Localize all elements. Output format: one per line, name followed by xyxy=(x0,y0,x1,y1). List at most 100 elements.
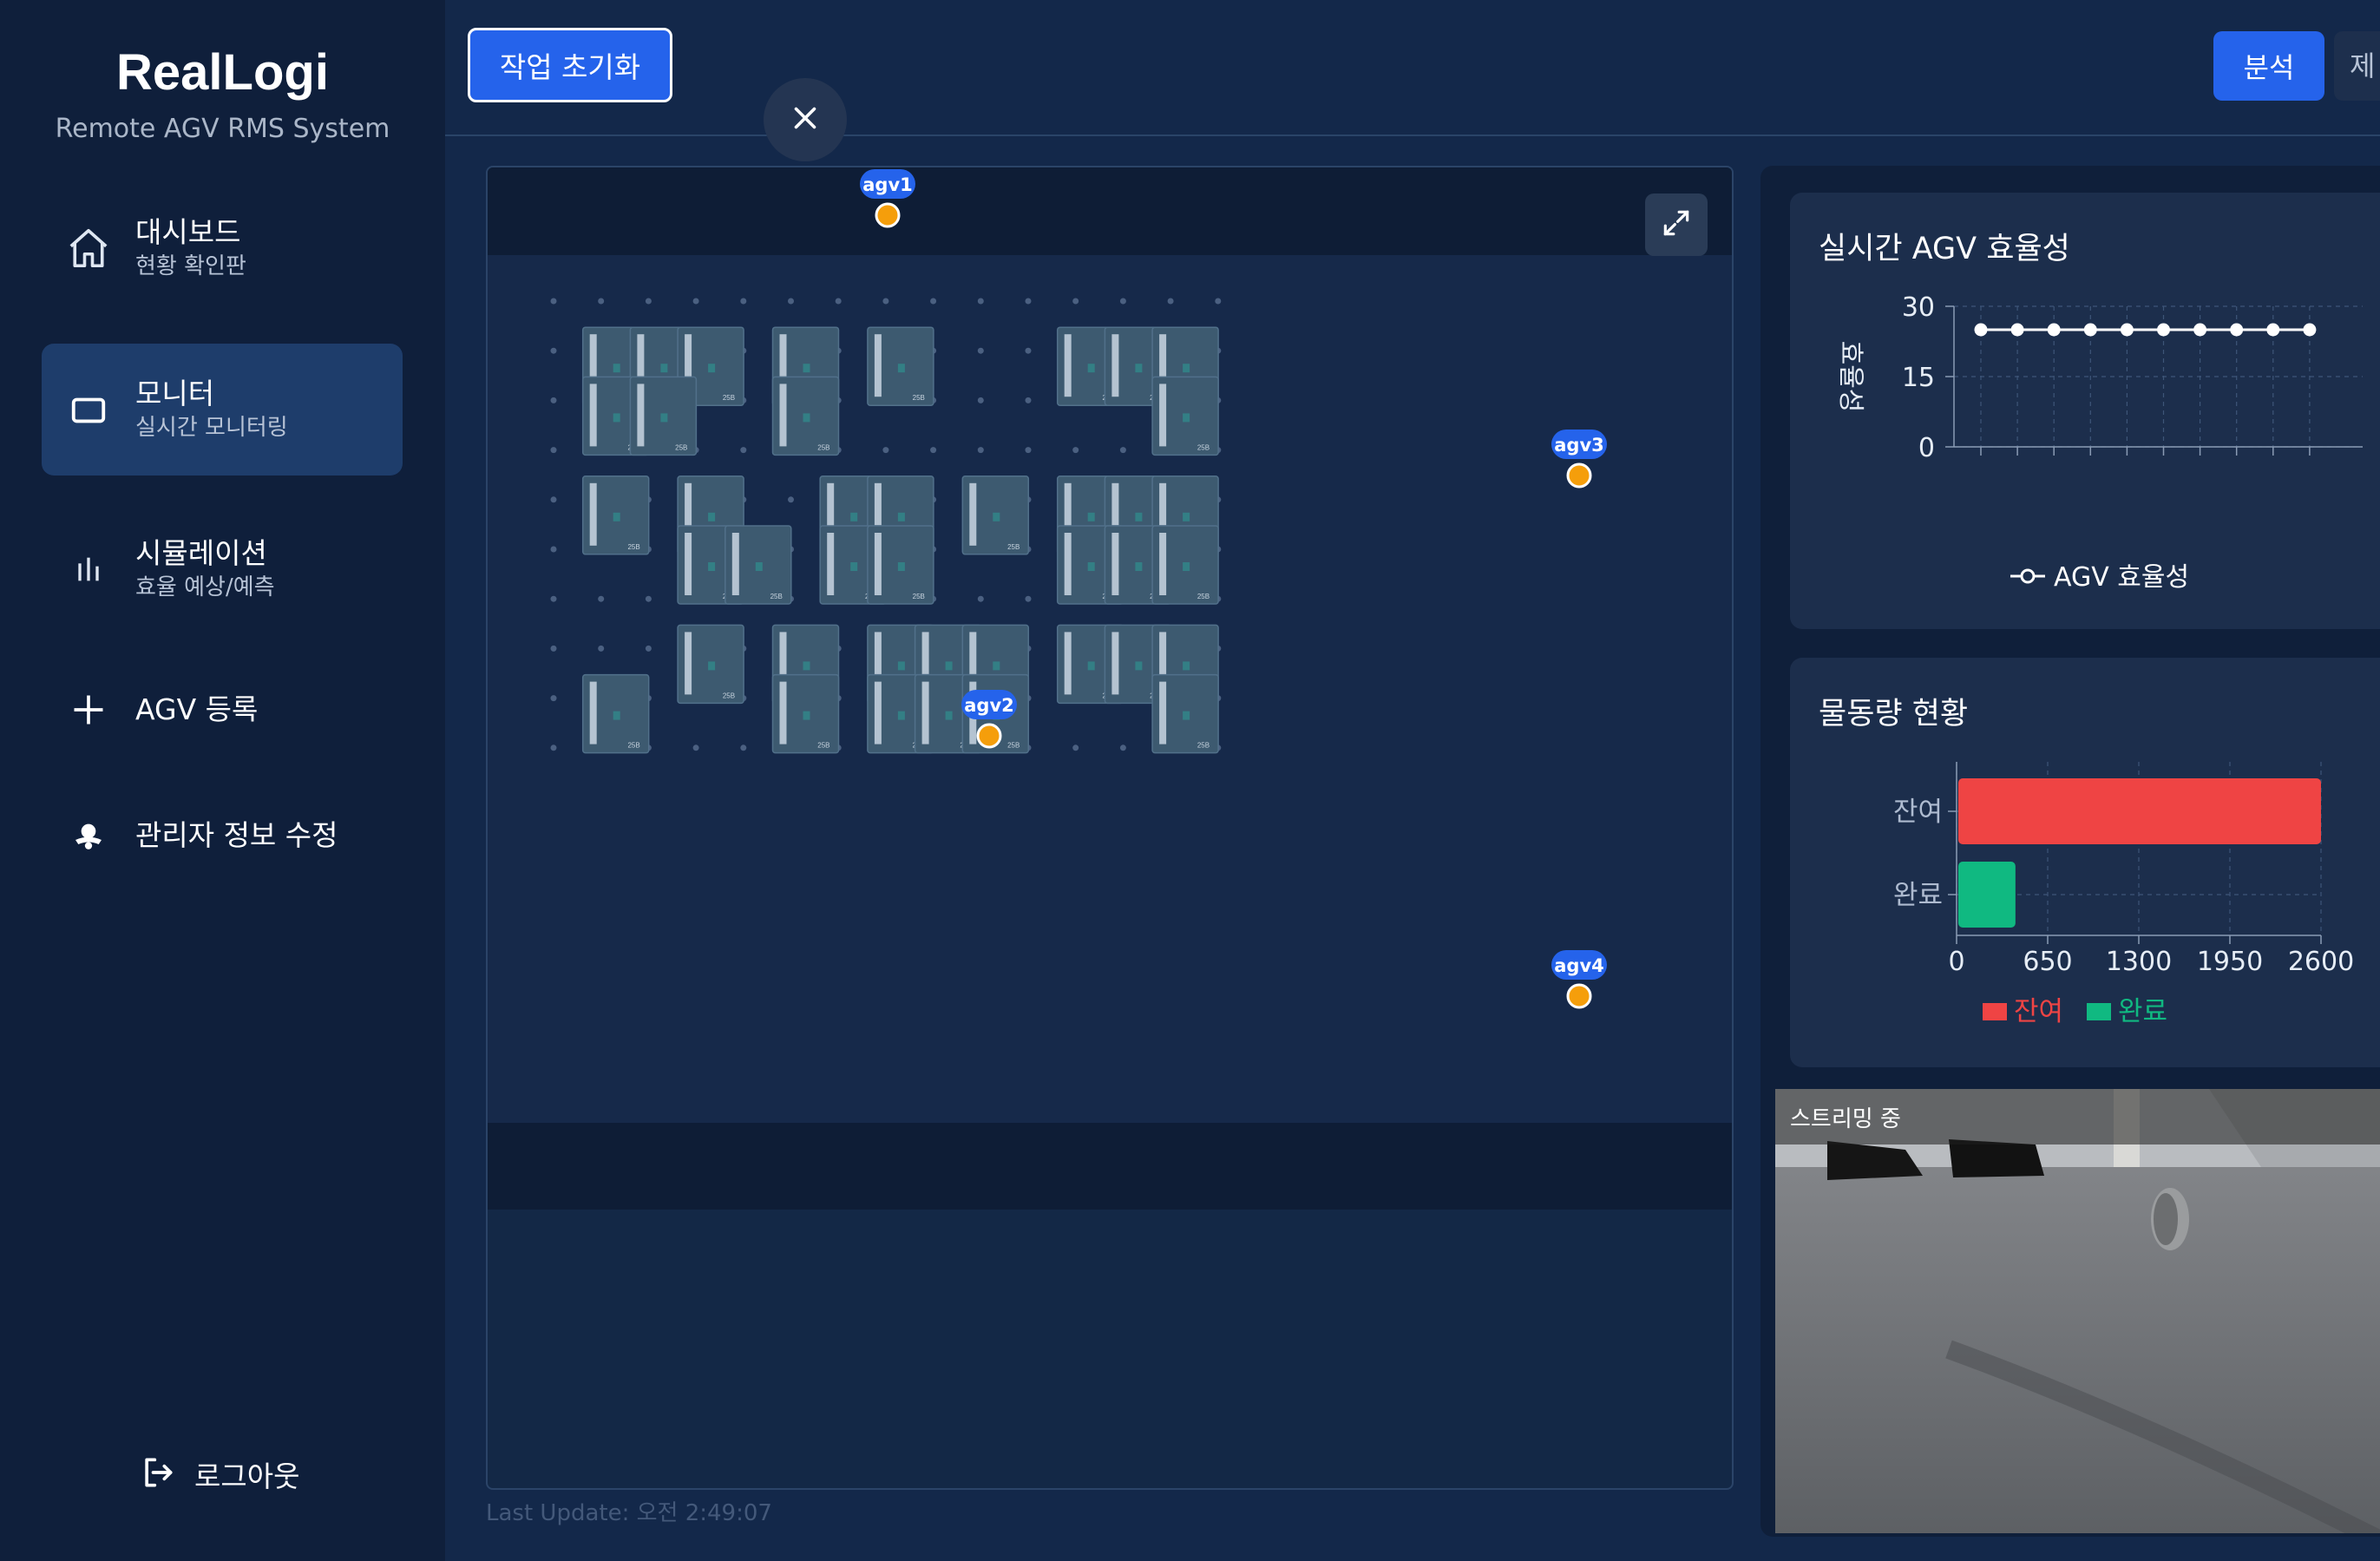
rack-cell[interactable]: 25B xyxy=(771,376,840,456)
grid-dot xyxy=(882,447,889,454)
rack-cell[interactable]: 25B xyxy=(629,376,698,456)
close-button[interactable] xyxy=(764,78,847,161)
grid-dot xyxy=(977,447,984,454)
svg-text:25B: 25B xyxy=(817,742,829,750)
sidebar-item-label: AGV 등록 xyxy=(135,692,259,726)
svg-text:25B: 25B xyxy=(627,543,639,551)
extra-tab-button[interactable]: 제 xyxy=(2334,31,2380,101)
svg-text:25B: 25B xyxy=(723,692,735,699)
grid-dot xyxy=(692,298,699,305)
agv-marker[interactable]: agv1 xyxy=(860,169,915,228)
sidebar-item-admin[interactable]: 관리자 정보 수정 xyxy=(42,771,403,901)
agv-marker[interactable]: agv4 xyxy=(1551,950,1607,1009)
svg-text:25B: 25B xyxy=(1007,543,1020,551)
svg-text:25B: 25B xyxy=(913,593,925,600)
rack-cell[interactable]: 25B xyxy=(724,525,792,605)
rack-cell[interactable]: 25B xyxy=(581,673,650,754)
fullscreen-button[interactable] xyxy=(1645,193,1708,256)
sidebar-item-agv-register[interactable]: AGV 등록 xyxy=(42,645,403,775)
sidebar-item-dashboard[interactable]: 대시보드 현황 확인판 xyxy=(42,182,403,314)
svg-text:25B: 25B xyxy=(1197,443,1210,451)
grid-dot xyxy=(1167,298,1174,305)
data-point xyxy=(1974,323,1988,337)
rack-cell[interactable]: 25B xyxy=(867,326,934,406)
efficiency-chart: 0 15 30 효율성 AGV 효율성 xyxy=(1835,292,2363,593)
logout-button[interactable]: 로그아웃 xyxy=(139,1453,299,1495)
grid-dot xyxy=(1072,447,1079,454)
grid-dot xyxy=(550,546,557,553)
data-point xyxy=(2266,323,2280,337)
svg-text:25B: 25B xyxy=(723,394,735,402)
brand-title: RealLogi xyxy=(116,44,329,101)
y-tick-label: 15 xyxy=(1902,363,1935,393)
x-tick-label: 650 xyxy=(2023,947,2072,977)
last-update-text: Last Update: 오전 2:49:07 xyxy=(486,1500,772,1526)
svg-text:25B: 25B xyxy=(627,742,639,750)
analysis-button[interactable]: 분석 xyxy=(2213,31,2324,101)
category-label: 완료 xyxy=(1893,880,1943,911)
data-point xyxy=(2047,323,2061,337)
agv-marker[interactable]: agv3 xyxy=(1551,430,1607,489)
grid-dot xyxy=(1072,298,1079,305)
grid-dot xyxy=(740,298,747,305)
grid-dot xyxy=(1072,744,1079,751)
grid-dot xyxy=(645,645,652,652)
svg-text:25B: 25B xyxy=(1197,742,1210,750)
logout-icon xyxy=(139,1453,177,1495)
sidebar-item-desc: 효율 예상/예측 xyxy=(135,574,275,600)
grid-dot xyxy=(550,496,557,503)
legend-label: 완료 xyxy=(2118,996,2167,1027)
grid-dot xyxy=(1215,298,1222,305)
y-axis-label: 효율성 xyxy=(1835,341,1865,413)
sidebar-item-label: 대시보드 xyxy=(135,215,241,249)
rack-cell[interactable]: 25B xyxy=(867,525,934,605)
sidebar-item-label: 관리자 정보 수정 xyxy=(135,818,338,852)
rack-cell[interactable]: 25B xyxy=(1151,376,1219,456)
bar-chart-icon xyxy=(62,543,115,595)
grid-dot xyxy=(977,347,984,354)
grid-dot xyxy=(835,298,842,305)
rack-cell[interactable]: 25B xyxy=(1151,525,1219,605)
grid-dot xyxy=(740,744,747,751)
data-point xyxy=(2230,323,2244,337)
rack-cell[interactable]: 25B xyxy=(581,476,650,555)
x-tick-label: 1300 xyxy=(2106,947,2172,977)
x-tick-label: 1950 xyxy=(2197,947,2263,977)
grid-dot xyxy=(930,447,937,454)
rack-cell[interactable]: 25B xyxy=(677,624,744,705)
category-label: 잔여 xyxy=(1893,797,1943,828)
grid-dot xyxy=(1025,347,1032,354)
camera-frame xyxy=(1775,1089,2380,1533)
y-tick-label: 0 xyxy=(1918,433,1935,463)
legend-label: AGV 효율성 xyxy=(2054,562,2189,593)
rack-cell[interactable]: 25B xyxy=(961,476,1030,555)
sidebar-item-monitor[interactable]: 모니터 실시간 모니터링 xyxy=(42,344,403,476)
grid-dot xyxy=(1025,595,1032,602)
sidebar-item-simulation[interactable]: 시뮬레이션 효율 예상/예측 xyxy=(42,503,403,635)
grid-dot xyxy=(550,645,557,652)
legend-label: 잔여 xyxy=(2014,996,2063,1027)
legend-marker xyxy=(2087,1003,2111,1020)
reset-task-button[interactable]: 작업 초기화 xyxy=(468,28,672,102)
svg-text:25B: 25B xyxy=(675,443,687,451)
data-point xyxy=(2303,323,2317,337)
rack-cell[interactable]: 25B xyxy=(771,673,840,754)
grid-dot xyxy=(598,298,605,305)
grid-dot xyxy=(1025,447,1032,454)
grid-dot xyxy=(1025,298,1032,305)
grid-dot xyxy=(740,447,747,454)
legend-marker xyxy=(1983,1003,2007,1020)
data-point xyxy=(2157,323,2170,337)
grid-dot xyxy=(550,298,557,305)
rack-cell[interactable]: 25B xyxy=(1151,673,1219,754)
data-point xyxy=(2010,323,2024,337)
agv-label: agv1 xyxy=(862,174,913,195)
plus-icon xyxy=(62,684,115,736)
svg-text:25B: 25B xyxy=(817,443,829,451)
brand: RealLogi Remote AGV RMS System xyxy=(0,43,445,144)
warehouse-map: 25B 25B 25B 25B 25B 25B 25B 25B 25B 25B 25B 25B 25B 2… xyxy=(486,166,1734,1490)
brand-subtitle: Remote AGV RMS System xyxy=(55,114,390,144)
data-point xyxy=(2083,323,2097,337)
agv-label: agv3 xyxy=(1554,435,1604,456)
grid-dot xyxy=(550,744,557,751)
